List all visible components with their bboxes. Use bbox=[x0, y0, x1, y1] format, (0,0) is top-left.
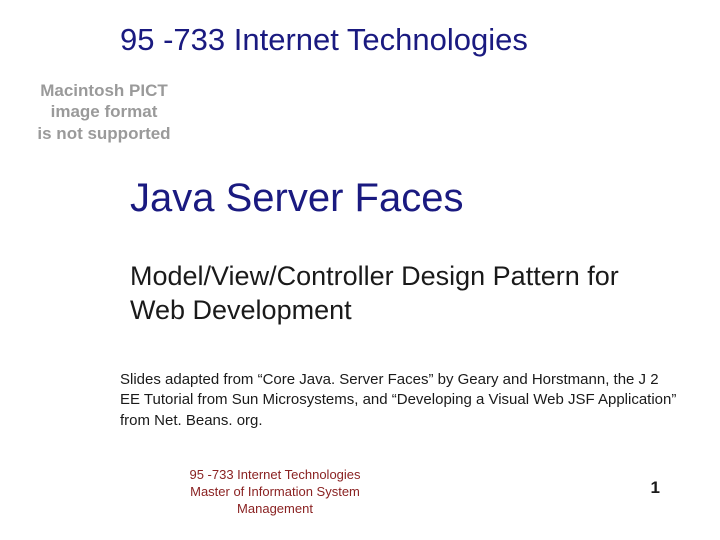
slide-subtitle: Model/View/Controller Design Pattern for… bbox=[130, 260, 660, 328]
course-title: 95 -733 Internet Technologies bbox=[120, 22, 690, 58]
footer-course: 95 -733 Internet Technologies bbox=[155, 467, 395, 484]
pict-warning-line3: is not supported bbox=[24, 123, 184, 144]
pict-warning: Macintosh PICT image format is not suppo… bbox=[24, 80, 184, 144]
page-number: 1 bbox=[651, 478, 660, 498]
pict-warning-line1: Macintosh PICT bbox=[24, 80, 184, 101]
footer-left: 95 -733 Internet Technologies Master of … bbox=[155, 467, 395, 518]
slide: 95 -733 Internet Technologies Macintosh … bbox=[0, 0, 720, 540]
slide-title: Java Server Faces bbox=[130, 176, 463, 221]
pict-warning-line2: image format bbox=[24, 101, 184, 122]
slide-credits: Slides adapted from “Core Java. Server F… bbox=[120, 370, 680, 431]
footer-program: Master of Information System Management bbox=[155, 484, 395, 518]
